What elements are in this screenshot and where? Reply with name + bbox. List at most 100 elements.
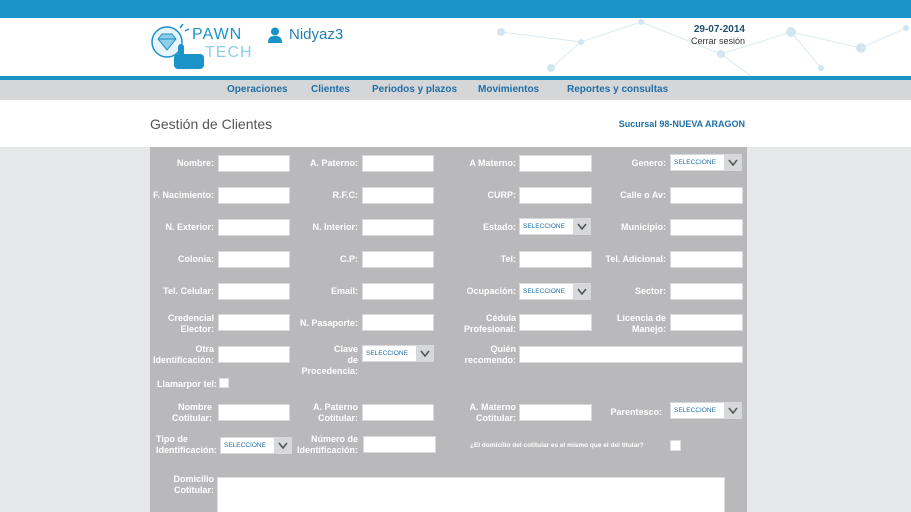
title-bar: Gestión de Clientes Sucursal 98-NUEVA AR… (0, 100, 911, 147)
label-a-materno: A Materno: (469, 158, 516, 168)
a-materno-input[interactable] (519, 155, 592, 172)
ocupacion-select-value: SELECCIONE (523, 288, 565, 295)
estado-select-value: SELECCIONE (523, 223, 565, 230)
same-address-checkbox[interactable] (670, 440, 681, 451)
genero-select[interactable]: SELECCIONE (670, 154, 742, 171)
tel-celular-input[interactable] (218, 283, 290, 300)
label-nombre: Nombre: (176, 158, 214, 168)
nav-reportes-consultas[interactable]: Reportes y consultas (567, 84, 668, 95)
label-tel: Tel: (500, 254, 516, 264)
label-cp: C.P: (340, 254, 358, 264)
label-calle: Calle o Av: (620, 190, 666, 200)
header: PAWN TECH Nidyaz3 29-07-2014 Cerrar sesi… (0, 18, 911, 76)
domicilio-cotitular-textarea[interactable] (217, 477, 725, 512)
user-icon (268, 27, 282, 43)
label-rfc: R.F.C: (332, 190, 359, 200)
estado-select[interactable]: SELECCIONE (519, 218, 591, 235)
parentesco-select-value: SELECCIONE (674, 407, 716, 414)
cp-input[interactable] (362, 251, 434, 268)
tipo-identificacion-value: SELECCIONE (224, 442, 266, 449)
label-num-id: Número de Identificación: (296, 434, 358, 455)
label-quien-recomendo: Quién recomendo: (464, 344, 516, 365)
ocupacion-select[interactable]: SELECCIONE (519, 283, 591, 300)
label-n-exterior: N. Exterior: (165, 222, 214, 232)
label-domicilio-cotitular: Domicilio Cotitular: (173, 474, 214, 495)
label-licencia: Licencia de Manejo: (616, 313, 666, 334)
numero-identificacion-input[interactable] (363, 436, 436, 453)
chevron-down-icon (573, 219, 590, 234)
label-ocupacion: Ocupación: (466, 286, 516, 296)
f-nacimiento-input[interactable] (218, 187, 290, 204)
username: Nidyaz3 (289, 26, 344, 43)
label-f-nacimiento: F. Nacimiento: (152, 190, 214, 200)
page-title: Gestión de Clientes (150, 116, 273, 132)
label-cedula: Cédula Profesional: (463, 313, 516, 334)
current-date: 29-07-2014 (693, 24, 745, 35)
chevron-down-icon (724, 403, 741, 418)
label-am-cotitular: A. Materno Cotitular: (469, 402, 516, 423)
genero-select-value: SELECCIONE (674, 159, 716, 166)
label-email: Email: (330, 286, 358, 296)
clave-procedencia-value: SELECCIONE (366, 350, 408, 357)
cedula-profesional-input[interactable] (519, 314, 592, 331)
label-llamar-tel: Llamarpor tel: (156, 379, 217, 389)
logout-link[interactable]: Cerrar sesión (691, 36, 745, 46)
label-parentesco: Parentesco: (610, 407, 662, 417)
label-credencial: Credencial Elector: (167, 313, 214, 334)
email-input[interactable] (362, 283, 434, 300)
chevron-down-icon (573, 284, 590, 299)
tel-input[interactable] (519, 251, 592, 268)
label-otra-id: Otra Identificación: (152, 344, 214, 365)
credencial-elector-input[interactable] (218, 314, 290, 331)
n-exterior-input[interactable] (218, 219, 290, 236)
nav-movimientos[interactable]: Movimientos (478, 84, 539, 95)
top-accent-bar (0, 0, 911, 18)
label-n-interior: N. Interior: (312, 222, 358, 232)
curp-input[interactable] (519, 187, 592, 204)
a-paterno-input[interactable] (362, 155, 434, 172)
label-tipo-id: Tipo de Identificación: (156, 434, 218, 455)
label-curp: CURP: (487, 190, 517, 200)
am-cotitular-input[interactable] (519, 404, 592, 421)
colonia-input[interactable] (218, 251, 290, 268)
label-clave-procedencia: Clave de Procedencia: (301, 344, 358, 376)
ap-cotitular-input[interactable] (362, 404, 434, 421)
nombre-input[interactable] (218, 155, 290, 172)
label-genero: Genero: (631, 158, 666, 168)
sector-input[interactable] (670, 283, 743, 300)
n-interior-input[interactable] (362, 219, 434, 236)
llamar-tel-checkbox[interactable] (219, 378, 229, 388)
otra-identificacion-input[interactable] (218, 346, 290, 363)
clave-procedencia-select[interactable]: SELECCIONE (362, 345, 434, 362)
n-pasaporte-input[interactable] (362, 314, 434, 331)
chevron-down-icon (274, 438, 291, 453)
licencia-manejo-input[interactable] (670, 314, 743, 331)
municipio-input[interactable] (670, 219, 743, 236)
tipo-identificacion-select[interactable]: SELECCIONE (220, 437, 292, 454)
quien-recomendo-input[interactable] (519, 346, 743, 363)
chevron-down-icon (724, 155, 741, 170)
domicilio-question: ¿El domicilio del cotitular es el mismo … (470, 442, 644, 449)
chevron-down-icon (416, 346, 433, 361)
branch-label: Sucursal 98-NUEVA ARAGON (618, 119, 745, 129)
logo-text-tech: TECH (205, 44, 253, 61)
nav-clientes[interactable]: Clientes (311, 84, 350, 95)
rfc-input[interactable] (362, 187, 434, 204)
user-menu[interactable]: Nidyaz3 (268, 26, 343, 43)
label-a-paterno: A. Paterno: (309, 158, 358, 168)
nombre-cotitular-input[interactable] (218, 404, 290, 421)
label-tel-adicional: Tel. Adicional: (605, 254, 666, 264)
logo-text-pawn: PAWN (192, 26, 243, 43)
nav-periodos-plazos[interactable]: Periodos y plazos (372, 84, 457, 95)
parentesco-select[interactable]: SELECCIONE (670, 402, 742, 419)
label-ap-cotitular: A. Paterno Cotitular: (312, 402, 358, 423)
label-tel-celular: Tel. Celular: (163, 286, 214, 296)
calle-input[interactable] (670, 187, 743, 204)
label-estado: Estado: (482, 222, 516, 232)
label-nombre-cotitular: Nombre Cotitular: (172, 402, 212, 423)
pawntech-logo[interactable]: PAWN TECH (150, 22, 253, 70)
nav-operaciones[interactable]: Operaciones (227, 84, 288, 95)
main-nav: Operaciones Clientes Periodos y plazos M… (0, 80, 911, 100)
client-form: Nombre: A. Paterno: A Materno: Genero: S… (150, 147, 747, 512)
tel-adicional-input[interactable] (670, 251, 743, 268)
